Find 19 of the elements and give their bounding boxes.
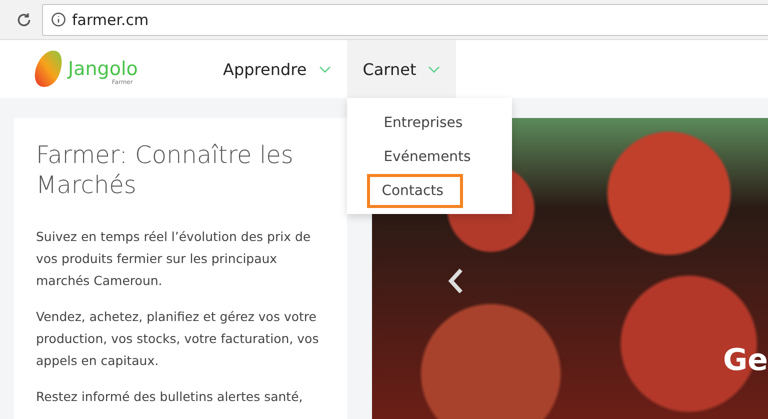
intro-paragraph: Suivez en temps réel l’évolution des prix de vos produits fermier sur les principaux marchés Cameroun. [36, 228, 312, 290]
address-bar[interactable]: farmer.cm [42, 4, 768, 36]
chevron-left-icon[interactable] [448, 268, 464, 294]
intro-title: Farmer: Connaître les Marchés [36, 140, 294, 200]
chevron-down-icon [318, 66, 331, 72]
dropdown-item[interactable]: Evénements [368, 140, 512, 174]
nav-menu-item[interactable]: Apprendre [207, 40, 347, 98]
logo-text: Jangolo [68, 60, 138, 78]
intro-paragraph: Restez informé des bulletins alertes santé, [36, 388, 304, 406]
chevron-down-icon [428, 66, 440, 72]
info-icon[interactable] [51, 12, 66, 27]
nav-menu-item[interactable]: Carnet [346, 40, 456, 98]
fruit-logo-icon [32, 49, 64, 89]
reload-icon[interactable] [16, 12, 32, 28]
dropdown-item[interactable]: Contacts [366, 174, 463, 208]
intro-paragraph: Vendez, achetez, planifiez et gérez vos votre production, vos stocks, votre facturation, vos appels en capitaux. [36, 308, 320, 370]
url-text: farmer.cm [72, 10, 149, 28]
dropdown-item[interactable]: Entreprises [368, 106, 512, 140]
carousel-caption: Ge [723, 343, 768, 378]
